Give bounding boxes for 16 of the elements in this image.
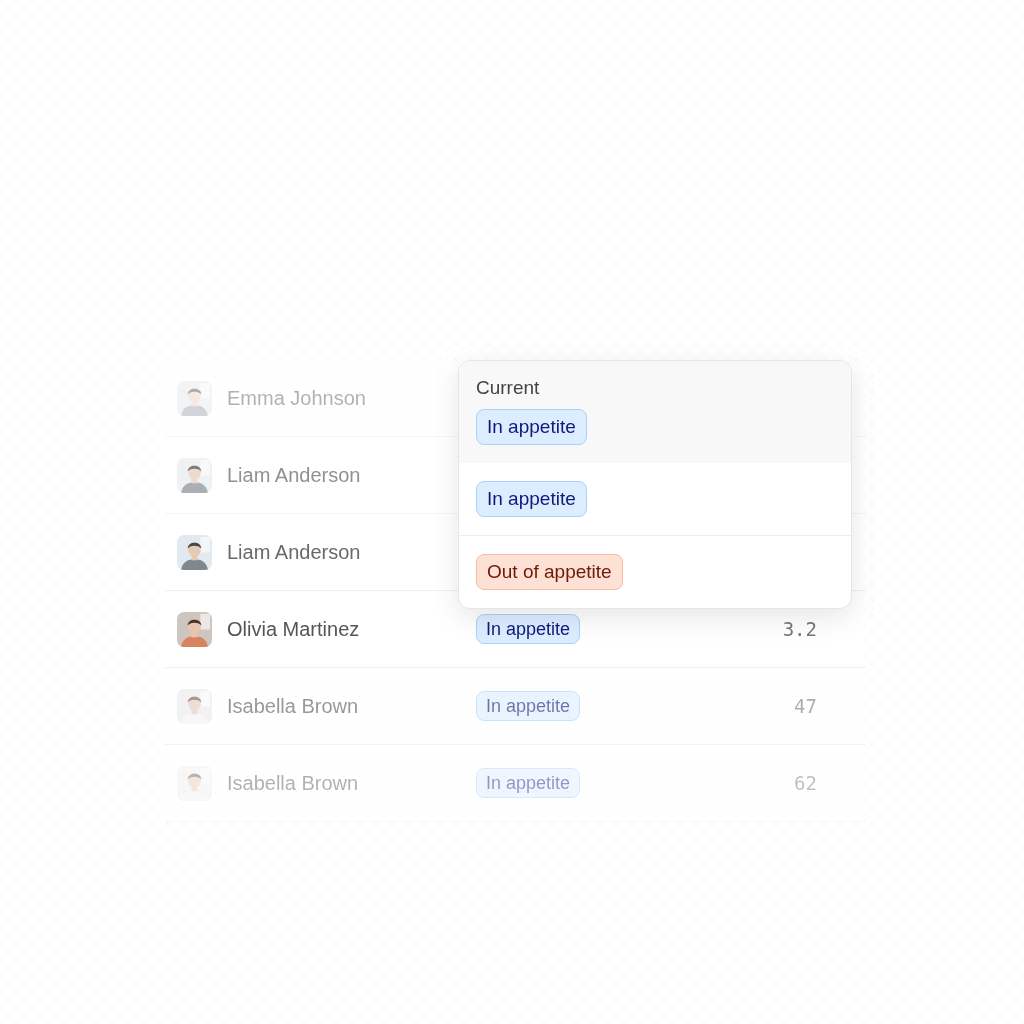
person-name: Emma Johnson — [227, 386, 366, 410]
menu-option[interactable]: Out of appetite — [459, 535, 851, 608]
status-tag: In appetite — [476, 691, 581, 721]
person-name: Liam Anderson — [227, 463, 361, 487]
person-name: Olivia Martinez — [227, 617, 360, 641]
status-tag: In appetite — [476, 409, 587, 445]
value-text: 3.2 — [782, 618, 817, 640]
status-tag: In appetite — [476, 614, 581, 644]
person-name: Isabella Brown — [227, 694, 359, 718]
person-name: Liam Anderson — [227, 540, 361, 564]
value-text: 62 — [794, 772, 817, 794]
menu-heading: Current — [476, 377, 541, 399]
menu-option[interactable]: In appetite — [459, 463, 851, 535]
status-tag: In appetite — [476, 768, 581, 798]
person-name: Isabella Brown — [227, 771, 359, 795]
value-text: 47 — [794, 695, 817, 717]
